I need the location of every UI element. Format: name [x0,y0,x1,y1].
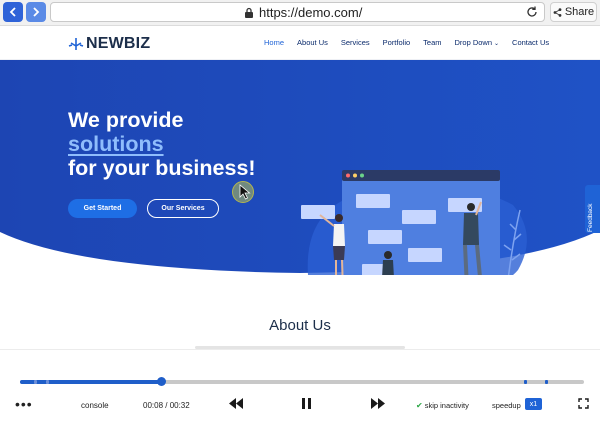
nav-contact-us[interactable]: Contact Us [512,38,549,47]
url-text: https://demo.com/ [259,5,363,20]
fullscreen-icon[interactable] [578,398,589,409]
check-icon: ✔ [416,401,423,410]
reload-icon[interactable] [525,5,539,19]
chevron-left-icon [9,7,16,17]
fast-forward-icon[interactable] [370,397,386,410]
hero-headline: We provide solutions for your business! [68,108,256,180]
console-toggle[interactable]: console [81,401,109,410]
player-controls: ••• console 00:08 / 00:32 ✔ skip inactiv… [0,396,600,416]
more-options-icon[interactable]: ••• [15,397,33,411]
lock-icon [245,7,253,18]
nav-dropdown[interactable]: Drop Down ⌄ [455,38,500,47]
skip-inactivity-label: skip inactivity [424,401,469,410]
get-started-button[interactable]: Get Started [68,199,137,218]
chevron-right-icon [33,7,40,17]
chevron-down-icon: ⌄ [494,41,500,47]
screen: https://demo.com/ Share NEWBIZ Home Abou… [0,0,600,426]
speed-button[interactable]: x1 [525,398,542,410]
progress-fill [20,380,161,384]
about-section-title: About Us [269,317,331,334]
share-icon [553,7,562,17]
mouse-pointer-icon [239,184,251,200]
event-marker [545,380,548,384]
our-services-button[interactable]: Our Services [147,199,219,218]
headline-line-3: for your business! [68,156,256,180]
progress-handle[interactable] [157,377,166,386]
forward-button[interactable] [26,2,46,22]
back-button[interactable] [3,2,23,22]
share-button[interactable]: Share [550,2,597,22]
nav-services[interactable]: Services [341,38,370,47]
event-marker [524,380,527,384]
share-label: Share [564,6,595,18]
nav-portfolio[interactable]: Portfolio [383,38,411,47]
event-marker [34,380,37,384]
site-logo[interactable]: NEWBIZ [68,35,150,53]
pause-icon[interactable] [300,397,313,410]
address-bar[interactable]: https://demo.com/ [50,2,545,22]
logo-text: NEWBIZ [86,35,151,52]
nav-about-us[interactable]: About Us [297,38,328,47]
event-marker [46,380,49,384]
rewind-icon[interactable] [228,397,244,410]
logo-icon [68,38,84,50]
main-menu: Home About Us Services Portfolio Team Dr… [264,38,549,47]
browser-toolbar: https://demo.com/ Share [0,0,600,26]
headline-line-2: solutions [68,132,164,156]
time-display: 00:08 / 00:32 [143,401,190,410]
nav-home[interactable]: Home [264,38,284,47]
speedup-label: speedup [492,401,521,410]
site-header: NEWBIZ Home About Us Services Portfolio … [0,26,600,60]
feedback-label: Feedback [587,203,594,232]
skip-inactivity-toggle[interactable]: ✔ skip inactivity [416,401,469,410]
session-player: ••• console 00:08 / 00:32 ✔ skip inactiv… [0,349,600,426]
progress-track[interactable] [20,377,584,386]
headline-line-1: We provide [68,108,184,132]
nav-team[interactable]: Team [423,38,441,47]
hero-illustration [301,170,527,275]
nav-dropdown-label: Drop Down [454,38,493,47]
